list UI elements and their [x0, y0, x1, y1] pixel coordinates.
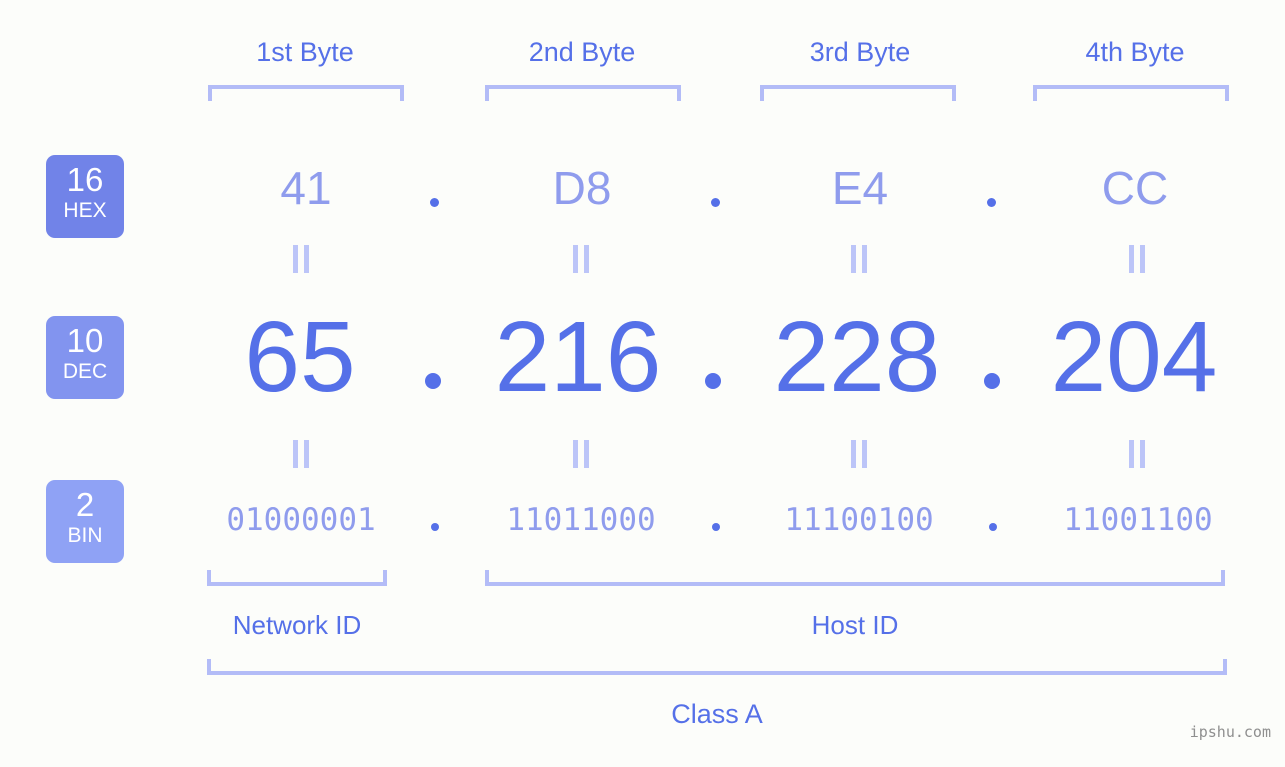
equals-icon-dec-bin-4	[1127, 440, 1147, 468]
byte-header-3: 3rd Byte	[809, 37, 911, 67]
byte-bracket-2	[485, 85, 681, 101]
host-id-bracket	[485, 570, 1225, 586]
bin-separator-1	[431, 523, 439, 531]
base-badge-bin-label: BIN	[67, 524, 103, 547]
byte-bracket-3	[760, 85, 956, 101]
hex-separator-2	[711, 198, 720, 207]
network-id-label: Network ID	[232, 610, 362, 640]
equals-icon-hex-dec-4	[1127, 245, 1147, 273]
hex-byte-2: D8	[552, 162, 612, 214]
equals-icon-dec-bin-3	[849, 440, 869, 468]
ip-breakdown-diagram: 1st Byte 2nd Byte 3rd Byte 4th Byte 16 H…	[0, 0, 1285, 767]
hex-byte-1: 41	[280, 162, 332, 214]
equals-icon-hex-dec-2	[571, 245, 591, 273]
base-badge-dec-label: DEC	[62, 360, 108, 383]
hex-byte-4: CC	[1101, 162, 1169, 214]
hex-separator-1	[430, 198, 439, 207]
byte-header-2: 2nd Byte	[528, 37, 636, 67]
base-badge-dec-number: 10	[66, 322, 104, 359]
class-bracket	[207, 659, 1227, 675]
base-badge-bin-number: 2	[75, 486, 95, 523]
equals-icon-hex-dec-3	[849, 245, 869, 273]
host-id-label: Host ID	[811, 610, 899, 640]
dec-separator-1	[425, 373, 441, 389]
equals-icon-dec-bin-1	[291, 440, 311, 468]
base-badge-dec: 10 DEC	[46, 316, 124, 399]
byte-header-4: 4th Byte	[1085, 37, 1185, 67]
bin-byte-4: 11001100	[1063, 502, 1213, 538]
dec-byte-4: 204	[1050, 301, 1218, 413]
dec-byte-3: 228	[773, 301, 941, 413]
dec-byte-1: 65	[244, 301, 356, 413]
bin-byte-3: 11100100	[784, 502, 934, 538]
bin-byte-1: 01000001	[226, 502, 376, 538]
base-badge-bin: 2 BIN	[46, 480, 124, 563]
bin-separator-3	[989, 523, 997, 531]
dec-separator-2	[705, 373, 721, 389]
base-badge-hex: 16 HEX	[46, 155, 124, 238]
equals-icon-dec-bin-2	[571, 440, 591, 468]
base-badge-hex-label: HEX	[63, 199, 107, 222]
bin-separator-2	[712, 523, 720, 531]
byte-header-1: 1st Byte	[256, 37, 354, 67]
network-id-bracket	[207, 570, 387, 586]
byte-bracket-1	[208, 85, 404, 101]
class-label: Class A	[671, 699, 763, 729]
hex-separator-3	[987, 198, 996, 207]
dec-byte-2: 216	[494, 301, 662, 413]
byte-bracket-4	[1033, 85, 1229, 101]
bin-byte-2: 11011000	[506, 502, 656, 538]
base-badge-hex-number: 16	[66, 161, 104, 198]
site-watermark: ipshu.com	[1189, 723, 1271, 741]
hex-byte-3: E4	[831, 162, 889, 214]
equals-icon-hex-dec-1	[291, 245, 311, 273]
dec-separator-3	[984, 373, 1000, 389]
